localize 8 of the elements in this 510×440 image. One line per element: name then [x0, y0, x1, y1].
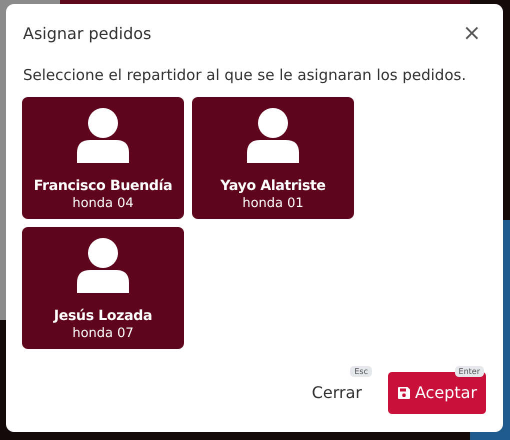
dialog-prompt: Seleccione el repartidor al que se le asignaran los pedidos. — [22, 65, 468, 86]
driver-card[interactable]: Jesús Lozada honda 07 — [22, 226, 184, 348]
dialog-title: Asignar pedidos — [23, 23, 152, 45]
save-icon — [396, 386, 411, 400]
driver-card[interactable]: Francisco Buendía honda 04 — [22, 96, 184, 218]
shortcut-badge: Enter — [454, 366, 484, 377]
driver-card[interactable]: Yayo Alatriste honda 01 — [192, 96, 354, 218]
shortcut-badge: Esc — [350, 366, 372, 377]
